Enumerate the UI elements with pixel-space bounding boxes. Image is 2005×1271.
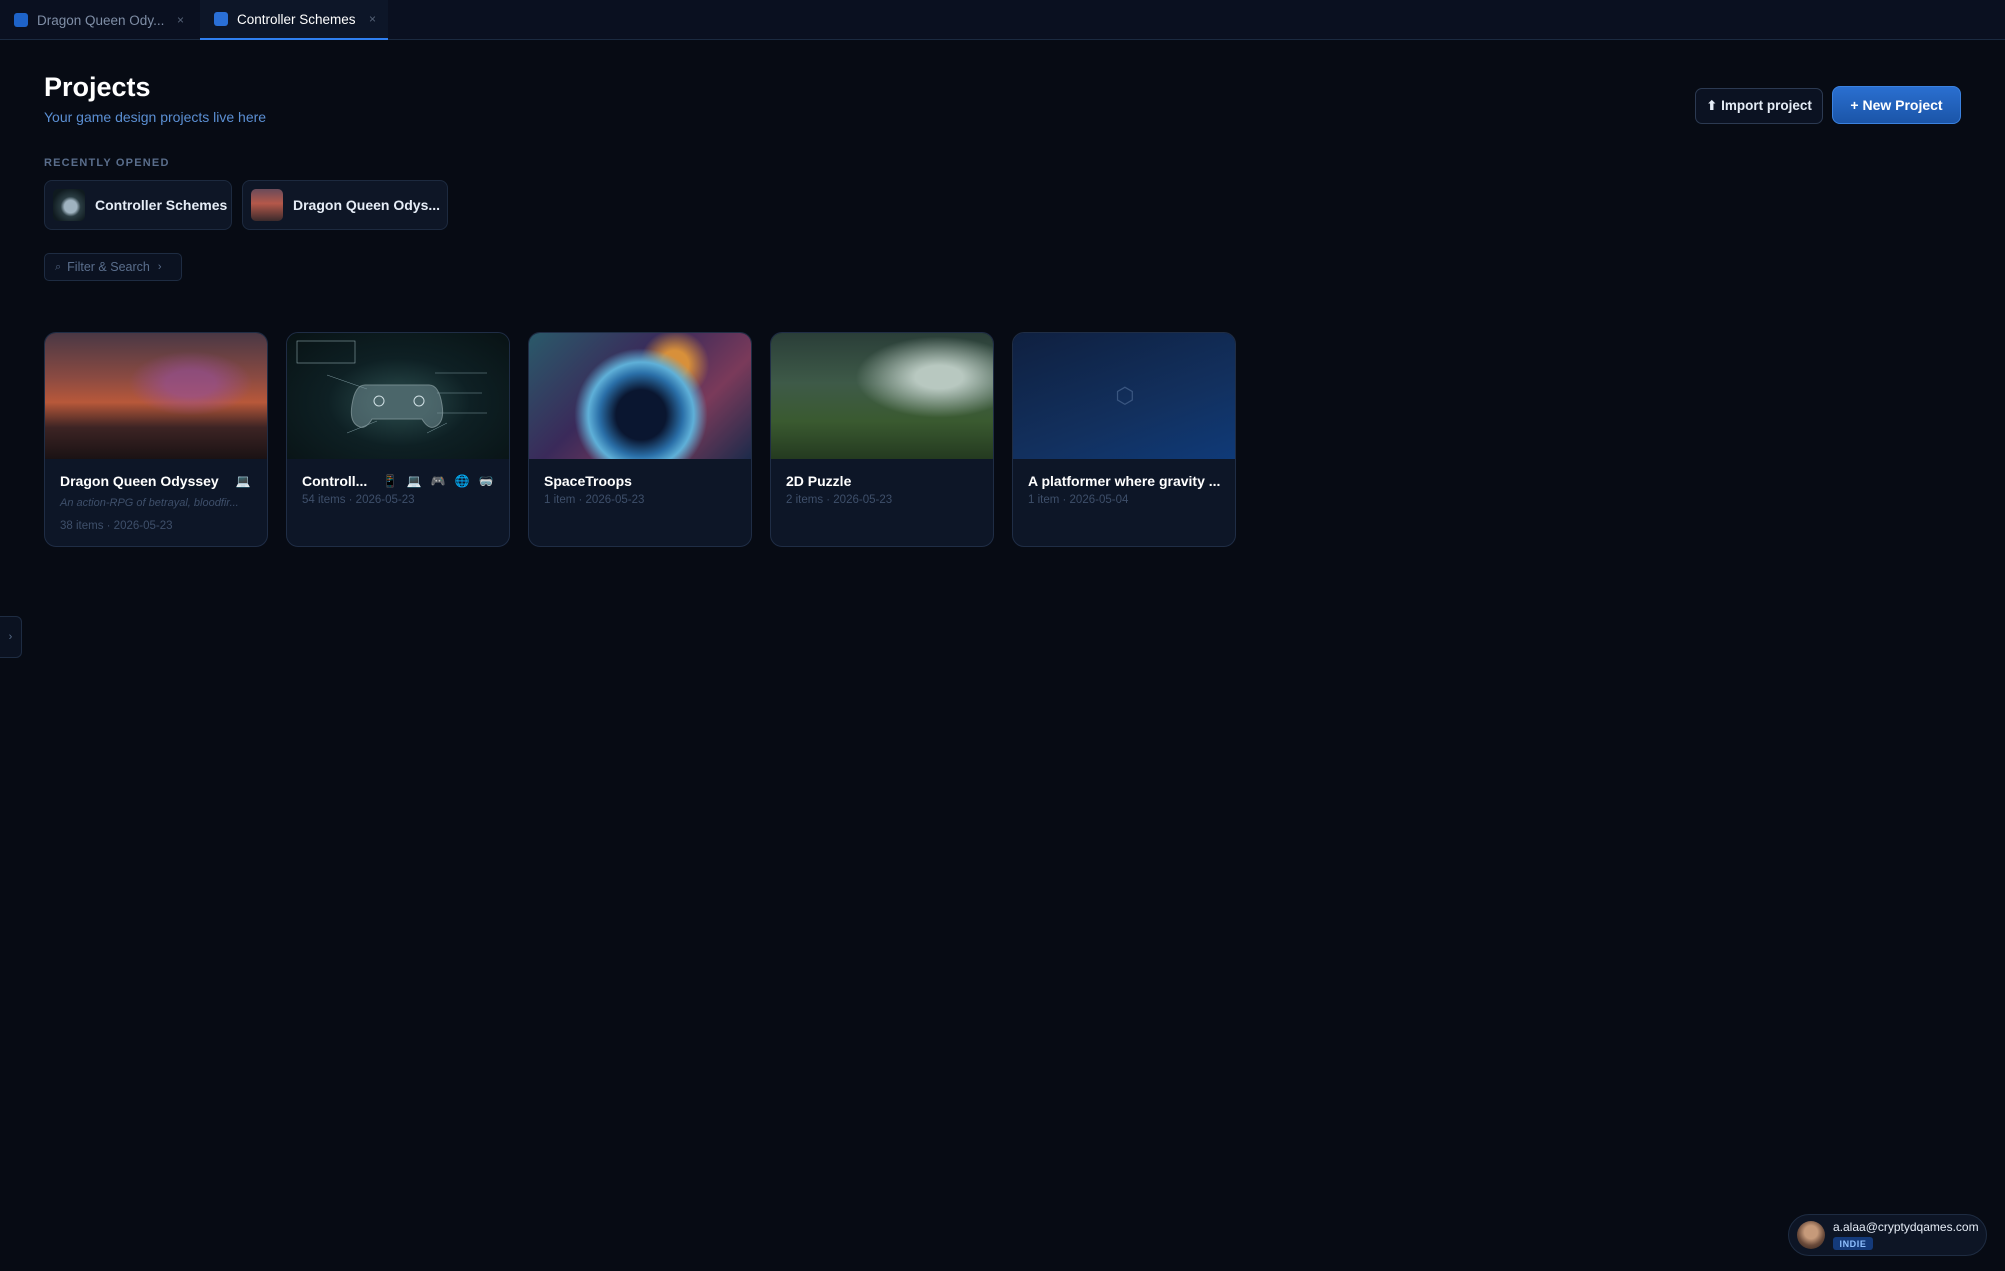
project-card[interactable]: ⬡ A platformer where gravity ... 1 item … (1012, 332, 1236, 547)
project-meta: 1 item · 2026-05-23 (544, 494, 645, 506)
project-cover-image (45, 333, 267, 459)
tab-controller-schemes[interactable]: Controller Schemes × (200, 0, 388, 40)
plan-badge: INDIE (1833, 1237, 1873, 1250)
recent-item-dragon-queen[interactable]: Dragon Queen Odys... (242, 180, 448, 230)
project-title: A platformer where gravity ... (1028, 473, 1221, 489)
close-icon[interactable]: × (369, 12, 376, 26)
chevron-right-icon: › (157, 261, 162, 273)
vr-headset-icon: 🥽 (478, 474, 494, 488)
project-description: An action-RPG of betrayal, bloodfir... (60, 497, 239, 509)
project-meta: 2 items · 2026-05-23 (786, 494, 893, 506)
project-card[interactable]: 2D Puzzle 2 items · 2026-05-23 (770, 332, 994, 547)
project-card[interactable]: SpaceTroops 1 item · 2026-05-23 (528, 332, 752, 547)
project-title: Dragon Queen Odyssey (60, 473, 219, 489)
desktop-icon: 💻 (406, 474, 422, 488)
project-thumbnail (251, 189, 283, 221)
gamepad-icon: 🎮 (430, 474, 446, 488)
page-title: Projects (44, 72, 151, 102)
project-cover-image (771, 333, 993, 459)
tab-bar: Dragon Queen Ody... × Controller Schemes… (0, 0, 2005, 40)
filter-label: Filter & Search (67, 260, 150, 274)
controller-diagram (296, 340, 487, 434)
user-email: a.alaa@cryptydqames.com (1833, 1220, 1979, 1234)
project-meta: 54 items · 2026-05-23 (302, 494, 415, 506)
search-icon: ⌕ (55, 260, 62, 273)
project-icon (214, 12, 228, 26)
recent-item-label: Controller Schemes (95, 197, 228, 213)
project-icon (14, 13, 28, 27)
mobile-icon: 📱 (382, 474, 398, 488)
close-icon[interactable]: × (177, 13, 184, 27)
avatar (1797, 1221, 1825, 1249)
project-cover-image (287, 333, 509, 459)
project-cover-image (529, 333, 751, 459)
recent-item-label: Dragon Queen Odys... (293, 197, 441, 213)
user-account-chip[interactable]: a.alaa@cryptydqames.com INDIE (1788, 1214, 1987, 1256)
chevron-right-icon: › (8, 631, 13, 643)
project-meta: 38 items · 2026-05-23 (60, 520, 173, 532)
filter-search-button[interactable]: ⌕ Filter & Search › (44, 253, 182, 281)
desktop-icon: 💻 (235, 474, 251, 488)
recently-opened-label: RECENTLY OPENED (44, 157, 170, 169)
tab-dragon-queen[interactable]: Dragon Queen Ody... × (0, 0, 196, 40)
web-icon: 🌐 (454, 474, 470, 488)
platform-icons: 💻 (235, 474, 251, 488)
project-cover-placeholder: ⬡ (1013, 333, 1235, 459)
project-card[interactable]: Dragon Queen Odyssey 💻 An action-RPG of … (44, 332, 268, 547)
tab-label: Controller Schemes (237, 11, 356, 27)
project-title: Controll... (302, 473, 368, 489)
project-meta: 1 item · 2026-05-04 (1028, 494, 1129, 506)
hexagon-icon: ⬡ (1115, 383, 1135, 408)
tab-label: Dragon Queen Ody... (37, 12, 165, 28)
sidebar-toggle-button[interactable]: › (0, 616, 22, 658)
import-project-button[interactable]: ⬆ Import project (1695, 88, 1823, 124)
page-subtitle: Your game design projects live here (44, 109, 267, 125)
project-thumbnail (53, 189, 85, 221)
project-title: 2D Puzzle (786, 473, 852, 489)
project-card[interactable]: Controll... 📱 💻 🎮 🌐 🥽 54 items · 2026-05… (286, 332, 510, 547)
recent-item-controller-schemes[interactable]: Controller Schemes (44, 180, 232, 230)
project-title: SpaceTroops (544, 473, 632, 489)
platform-icons: 📱 💻 🎮 🌐 🥽 (382, 474, 494, 488)
new-project-button[interactable]: + New Project (1832, 86, 1961, 124)
